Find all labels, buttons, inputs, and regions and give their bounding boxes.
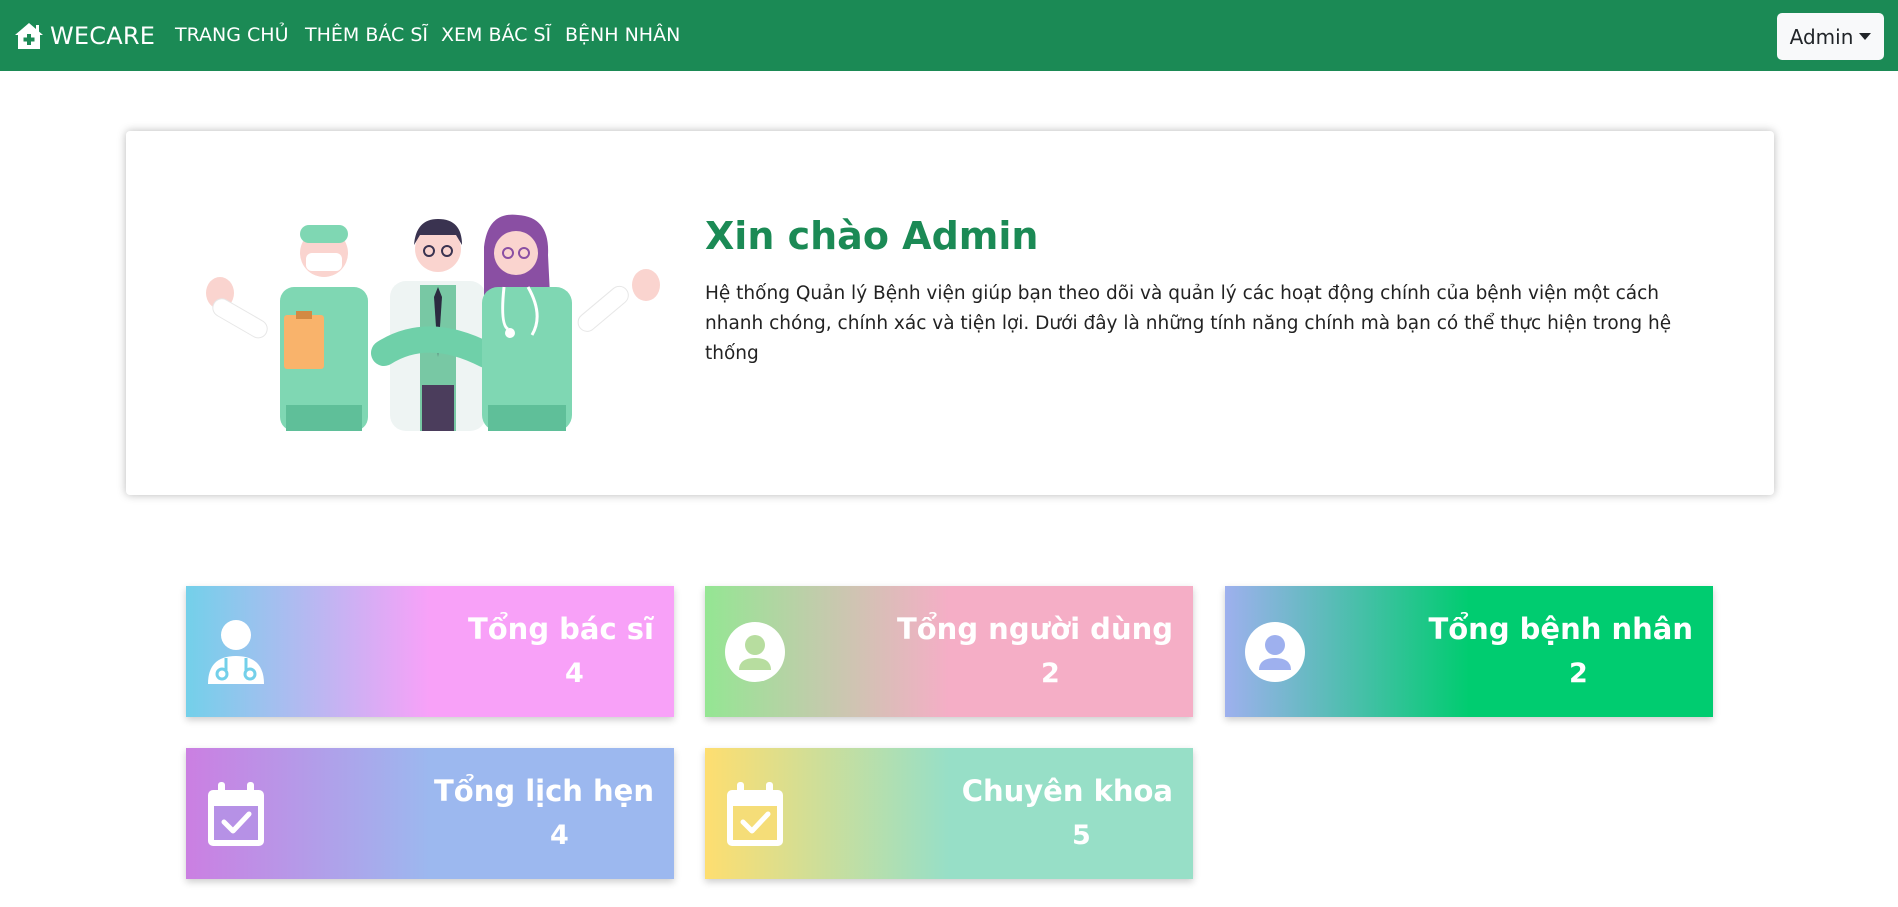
navbar: WECARE TRANG CHỦ THÊM BÁC SĨ XEM BÁC SĨ … — [0, 0, 1898, 71]
stat-card-appointments[interactable]: Tổng lịch hẹn 4 — [186, 748, 674, 879]
stat-label: Tổng lịch hẹn — [434, 774, 654, 808]
admin-dropdown-button[interactable]: Admin — [1777, 13, 1884, 60]
stat-card-doctors[interactable]: Tổng bác sĩ 4 — [186, 586, 674, 717]
caret-down-icon — [1859, 33, 1872, 40]
stat-value: 4 — [565, 658, 584, 689]
nav-link-add-doctor[interactable]: THÊM BÁC SĨ — [305, 24, 428, 46]
admin-label: Admin — [1789, 24, 1854, 49]
stat-label: Chuyên khoa — [961, 774, 1173, 808]
stat-card-users[interactable]: Tổng người dùng 2 — [705, 586, 1193, 717]
stat-value: 2 — [1041, 658, 1060, 689]
stat-card-patients[interactable]: Tổng bệnh nhân 2 — [1225, 586, 1713, 717]
welcome-card: Xin chào Admin Hệ thống Quản lý Bệnh việ… — [126, 131, 1774, 495]
hospital-house-icon — [15, 23, 43, 49]
doctor-icon — [208, 620, 264, 684]
stat-card-specialties[interactable]: Chuyên khoa 5 — [705, 748, 1193, 879]
stat-label: Tổng người dùng — [896, 612, 1173, 646]
brand-name: WECARE — [50, 22, 156, 50]
nav-link-patients[interactable]: BỆNH NHÂN — [565, 24, 680, 46]
stat-value: 5 — [1072, 820, 1091, 851]
calendar-check-icon — [208, 782, 264, 846]
stat-value: 2 — [1569, 658, 1588, 689]
nav-link-home[interactable]: TRANG CHỦ — [175, 24, 288, 46]
user-circle-icon — [1245, 622, 1305, 682]
stat-label: Tổng bệnh nhân — [1428, 612, 1693, 646]
welcome-description: Hệ thống Quản lý Bệnh viện giúp bạn theo… — [705, 283, 1672, 364]
stat-value: 4 — [550, 820, 569, 851]
calendar-check-icon — [727, 782, 783, 846]
stat-label: Tổng bác sĩ — [467, 612, 654, 646]
brand-logo[interactable]: WECARE — [14, 20, 155, 52]
welcome-title: Xin chào Admin — [705, 214, 1039, 258]
nav-link-view-doctors[interactable]: XEM BÁC SĨ — [441, 24, 551, 46]
user-circle-icon — [725, 622, 785, 682]
medical-staff-illustration — [206, 214, 660, 431]
